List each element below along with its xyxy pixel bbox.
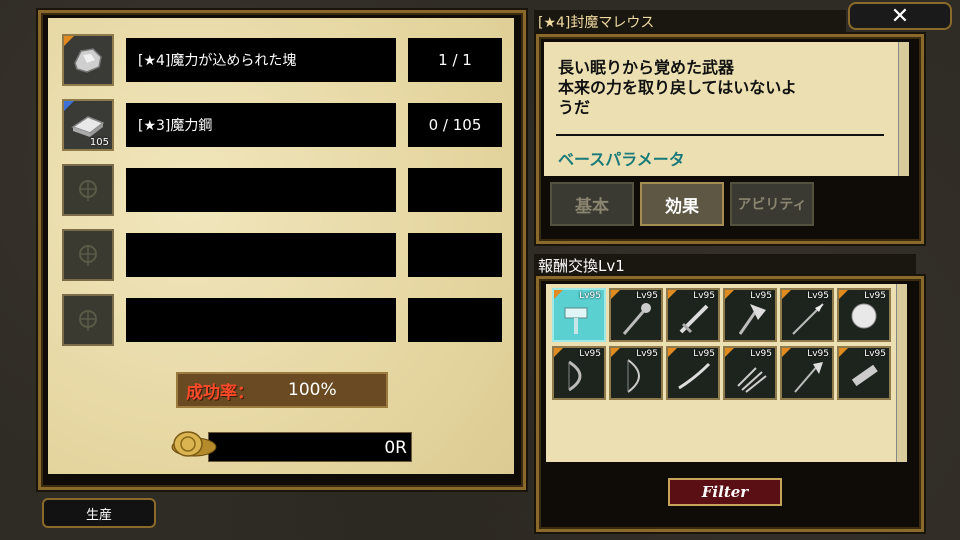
material-name [126, 298, 396, 342]
steel-ingot-icon[interactable]: 105 [62, 99, 114, 151]
filter-button[interactable]: Filter [668, 478, 782, 506]
material-name: [★3]魔力鋼 [126, 103, 396, 147]
description-line: 本来の力を取り戻してはいないよ [558, 78, 797, 97]
rarity-corner [668, 290, 677, 299]
rarity-corner [782, 348, 791, 357]
rarity-corner [554, 348, 563, 357]
material-row[interactable] [62, 294, 507, 346]
material-quantity: 105 [89, 137, 109, 148]
material-count [408, 168, 502, 212]
success-rate-label: 成功率： [186, 382, 254, 403]
rarity-corner [554, 290, 563, 299]
empty-slot-icon[interactable] [62, 294, 114, 346]
tab-effect[interactable]: 効果 [640, 182, 724, 226]
rarity-corner [611, 290, 620, 299]
halberd-icon [794, 362, 823, 393]
reward-slot[interactable]: Lv95 [780, 288, 834, 342]
orb-icon [851, 303, 877, 329]
hammer-icon [564, 307, 588, 334]
material-row[interactable]: [★4]魔力が込められた塊 1 / 1 [62, 34, 507, 86]
item-title: [★4]封魔マレウス [534, 10, 846, 34]
rarity-corner [839, 348, 848, 357]
material-row[interactable] [62, 164, 507, 216]
description-line: 長い眠りから覚めた武器 [558, 58, 735, 77]
material-count: 1 / 1 [408, 38, 502, 82]
reward-slot[interactable]: Lv95 [609, 288, 663, 342]
claw-icon [737, 367, 767, 393]
sword-icon [679, 304, 709, 334]
material-row[interactable]: 105 [★3]魔力鋼 0 / 105 [62, 99, 507, 151]
empty-slot-icon[interactable] [62, 229, 114, 281]
rarity-corner [725, 348, 734, 357]
success-rate-value: 100% [288, 380, 337, 400]
material-count [408, 233, 502, 277]
item-description-area[interactable]: 長い眠りから覚めた武器 本来の力を取り戻してはいないよ うだ ベースパラメータ [544, 42, 898, 176]
coin-icon [158, 430, 218, 460]
reward-exchange-title: 報酬交換Lv1 [534, 254, 916, 276]
rarity-corner [611, 348, 620, 357]
material-count [408, 298, 502, 342]
divider [556, 134, 884, 136]
rarity-corner [668, 348, 677, 357]
material-count: 0 / 105 [408, 103, 502, 147]
cost-bar: 0R [208, 432, 412, 462]
reward-slot[interactable]: Lv95 [666, 346, 720, 400]
ore-chunk-icon[interactable] [62, 34, 114, 86]
material-name: [★4]魔力が込められた塊 [126, 38, 396, 82]
tab-basic[interactable]: 基本 [550, 182, 634, 226]
produce-button[interactable]: 生産 [42, 498, 156, 528]
tab-ability[interactable]: アビリティ [730, 182, 814, 226]
cost-value: 0R [384, 438, 407, 458]
close-button[interactable]: ✕ [848, 2, 952, 30]
success-rate-box: 成功率： 100% [176, 372, 388, 408]
description-line: うだ [558, 98, 591, 117]
rarity-corner [725, 290, 734, 299]
reward-slot[interactable]: Lv95 [666, 288, 720, 342]
material-name [126, 233, 396, 277]
spear-icon [792, 303, 824, 335]
reward-scrollbar[interactable] [896, 284, 907, 462]
material-name [126, 168, 396, 212]
base-parameter-heading: ベースパラメータ [558, 150, 685, 169]
mace-icon [622, 303, 651, 335]
material-row[interactable] [62, 229, 507, 281]
reward-slot[interactable]: Lv95 [780, 346, 834, 400]
empty-slot-icon[interactable] [62, 164, 114, 216]
reward-slot[interactable]: Lv95 [609, 346, 663, 400]
axe-icon [738, 304, 766, 335]
rarity-corner [839, 290, 848, 299]
item-description: 長い眠りから覚めた武器 本来の力を取り戻してはいないよ うだ [558, 58, 797, 118]
bow-icon [568, 360, 582, 392]
reward-slot[interactable]: Lv95 [837, 288, 891, 342]
reward-slot[interactable]: Lv95 [552, 288, 606, 342]
rarity-corner [782, 290, 791, 299]
reward-slot[interactable]: Lv95 [552, 346, 606, 400]
katana-icon [678, 362, 711, 390]
reward-slot[interactable]: Lv95 [723, 346, 777, 400]
reward-slot[interactable]: Lv95 [837, 346, 891, 400]
description-scrollbar[interactable] [898, 42, 909, 176]
reward-slot[interactable]: Lv95 [723, 288, 777, 342]
longbow-icon [627, 359, 640, 393]
gun-icon [851, 364, 878, 387]
